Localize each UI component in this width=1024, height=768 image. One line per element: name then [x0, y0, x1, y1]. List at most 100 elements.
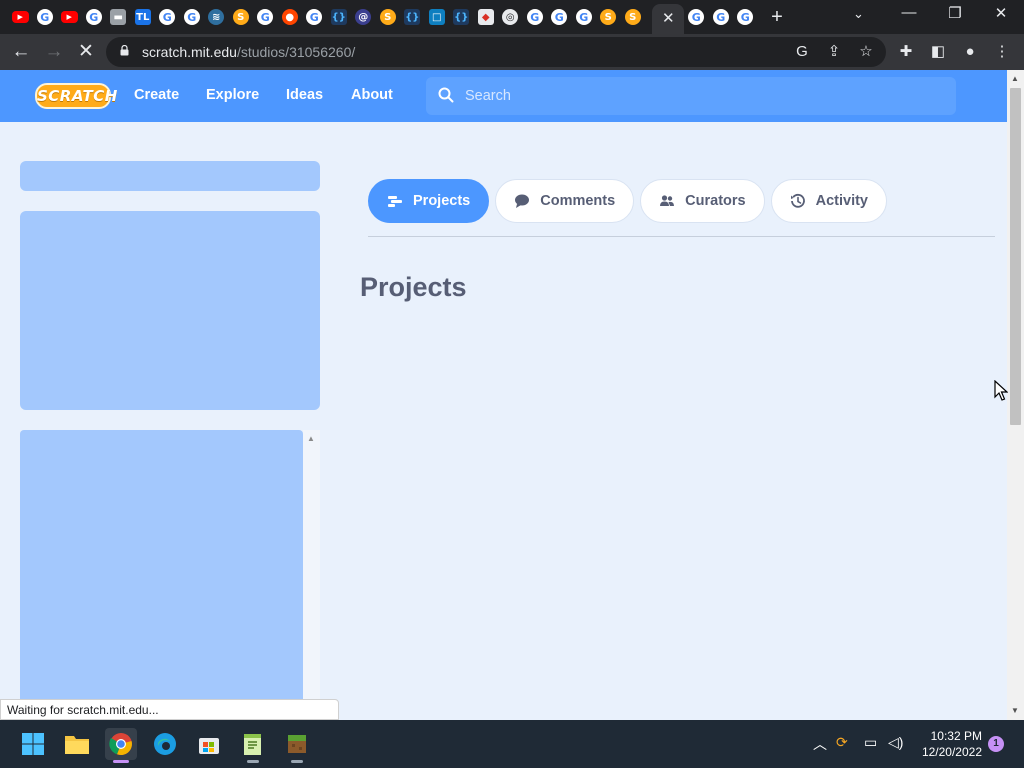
bookmark-star-icon[interactable]: ☆ — [856, 42, 876, 62]
running-indicator — [247, 760, 259, 763]
scroll-up-arrow-icon[interactable]: ▲ — [1011, 74, 1019, 83]
extensions-puzzle-icon[interactable]: ✚ — [896, 42, 916, 62]
tab-comments-label: Comments — [540, 193, 616, 209]
tray-chevron-icon[interactable]: ︿ — [813, 734, 827, 754]
google-icon: G — [688, 9, 705, 25]
monitor-icon: ▬ — [110, 9, 127, 25]
tab-scratch[interactable]: S — [596, 5, 621, 29]
edge-icon — [154, 733, 176, 755]
clock-date: 12/20/2022 — [921, 745, 982, 759]
code-braces-icon: {} — [404, 9, 421, 25]
scratch-header: SCRATCH Create Explore Ideas About — [0, 70, 1007, 122]
search-input[interactable] — [465, 86, 935, 106]
chrome-icon — [109, 733, 132, 756]
nav-ideas[interactable]: Ideas — [286, 87, 323, 103]
tab-at[interactable]: @ — [351, 5, 376, 29]
tab-monitor[interactable]: ▬ — [106, 5, 131, 29]
tab-comments[interactable]: Comments — [495, 179, 635, 223]
tab-youtube[interactable]: ▶ — [8, 5, 33, 29]
chrome-menu-icon[interactable]: ⋮ — [992, 42, 1012, 62]
page-scrollbar[interactable]: ▲ ▼ — [1007, 70, 1024, 720]
youtube-icon: ▶ — [11, 11, 29, 23]
tab-google[interactable]: G — [33, 5, 58, 29]
notification-badge[interactable]: 1 — [988, 736, 1004, 752]
tab-scratch[interactable]: S — [621, 5, 646, 29]
tab-scratch[interactable]: S — [376, 5, 401, 29]
network-icon: ≋ — [208, 9, 225, 25]
google-lens-icon[interactable]: G — [792, 42, 812, 62]
tab-curators-label: Curators — [685, 193, 746, 209]
reddit-icon: ● — [281, 9, 298, 25]
tab-google[interactable]: G — [572, 5, 597, 29]
scroll-down-arrow-icon[interactable]: ▼ — [1011, 706, 1019, 715]
search-box[interactable] — [426, 77, 956, 115]
google-icon: G — [85, 9, 102, 25]
code-braces-icon: {} — [453, 9, 470, 25]
tab-code[interactable]: {} — [400, 5, 425, 29]
description-scrollbar[interactable]: ▲ — [303, 430, 320, 720]
lock-icon — [120, 45, 129, 56]
taskbar-file-explorer[interactable] — [61, 728, 93, 760]
google-icon: G — [306, 9, 323, 25]
tab-code[interactable]: {} — [327, 5, 352, 29]
tab-chrome[interactable]: ◎ — [498, 5, 523, 29]
taskbar-chrome[interactable] — [105, 728, 137, 763]
minimize-icon[interactable]: — — [897, 4, 921, 21]
volume-icon[interactable]: ◁) — [888, 734, 903, 751]
tab-projects-label: Projects — [413, 193, 471, 209]
nav-create[interactable]: Create — [134, 87, 179, 103]
tab-google[interactable]: G — [253, 5, 278, 29]
profile-icon[interactable]: ● — [960, 42, 980, 62]
tab-activity-label: Activity — [815, 193, 868, 209]
tab-google[interactable]: G — [302, 5, 327, 29]
scratch-cat-icon: S — [232, 9, 249, 25]
tab-google[interactable]: G — [733, 5, 758, 29]
taskbar-minecraft[interactable] — [281, 728, 313, 763]
minecraft-block-icon — [288, 735, 306, 753]
google-icon: G — [712, 9, 729, 25]
tab-google[interactable]: G — [547, 5, 572, 29]
active-tab[interactable]: ✕ — [652, 4, 684, 34]
scrollbar-thumb[interactable] — [1010, 88, 1021, 425]
tab-activity[interactable]: Activity — [770, 179, 887, 223]
tab-reddit[interactable]: ● — [278, 5, 303, 29]
taskbar-clock[interactable]: 10:32 PM 12/20/2022 — [918, 728, 982, 760]
tab-google[interactable]: G — [155, 5, 180, 29]
scroll-up-arrow-icon[interactable]: ▲ — [307, 434, 315, 443]
tab-code[interactable]: {} — [449, 5, 474, 29]
tab-google[interactable]: G — [684, 5, 709, 29]
tab-search-chevron-icon[interactable]: ⌄ — [853, 6, 864, 22]
tab-google[interactable]: G — [709, 5, 734, 29]
tab-google[interactable]: G — [523, 5, 548, 29]
start-button[interactable] — [17, 728, 49, 760]
side-panel-icon[interactable]: ◧ — [928, 42, 948, 62]
taskbar-store[interactable] — [193, 728, 225, 760]
forward-arrow-icon[interactable]: → — [42, 40, 66, 64]
share-icon[interactable]: ⇪ — [824, 42, 844, 62]
network-icon[interactable]: ▭ — [864, 734, 877, 751]
tab-curators[interactable]: Curators — [640, 179, 765, 223]
taskbar-notepad-plus[interactable] — [237, 728, 269, 763]
sync-icon[interactable]: ⟳ — [836, 734, 848, 751]
tab-projects[interactable]: Projects — [368, 179, 490, 223]
tab-google[interactable]: G — [180, 5, 205, 29]
tab-roblox[interactable]: ◆ — [474, 5, 499, 29]
close-tab-icon[interactable]: ✕ — [662, 9, 675, 27]
studio-description-placeholder — [20, 430, 303, 720]
window-close-icon[interactable]: ✕ — [989, 4, 1013, 22]
nav-explore[interactable]: Explore — [206, 87, 259, 103]
tab-youtube[interactable]: ▶ — [57, 5, 82, 29]
tab-tl[interactable]: TL — [131, 5, 156, 29]
tab-scratch[interactable]: S — [229, 5, 254, 29]
tab-google[interactable]: G — [82, 5, 107, 29]
nav-about[interactable]: About — [351, 87, 393, 103]
address-bar[interactable]: scratch.mit.edu/studios/31056260/ G ⇪ ☆ — [106, 37, 886, 67]
tab-chat[interactable]: □ — [425, 5, 450, 29]
scratch-logo[interactable]: SCRATCH — [35, 83, 117, 109]
tab-network[interactable]: ≋ — [204, 5, 229, 29]
new-tab-button[interactable]: + — [766, 6, 788, 29]
back-arrow-icon[interactable]: ← — [9, 40, 33, 64]
stop-loading-icon[interactable]: ✕ — [74, 40, 98, 64]
restore-icon[interactable]: ❐ — [943, 4, 967, 22]
taskbar-edge[interactable] — [149, 728, 181, 760]
